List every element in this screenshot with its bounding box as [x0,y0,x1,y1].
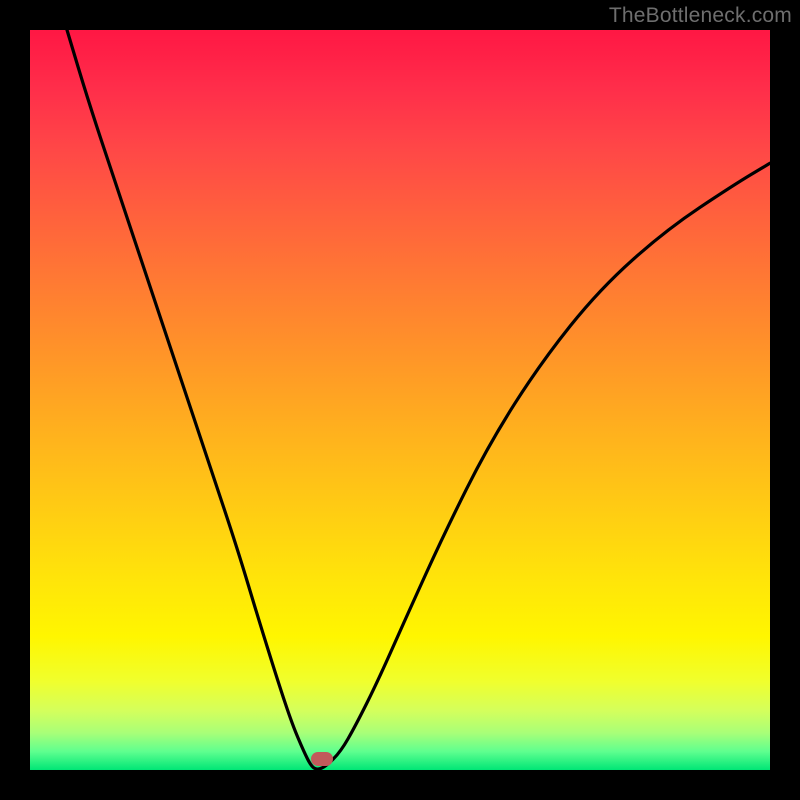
plot-area [30,30,770,770]
watermark-text: TheBottleneck.com [609,4,792,28]
chart-frame: TheBottleneck.com [0,0,800,800]
bottleneck-curve [30,30,770,770]
optimum-marker [311,752,333,766]
